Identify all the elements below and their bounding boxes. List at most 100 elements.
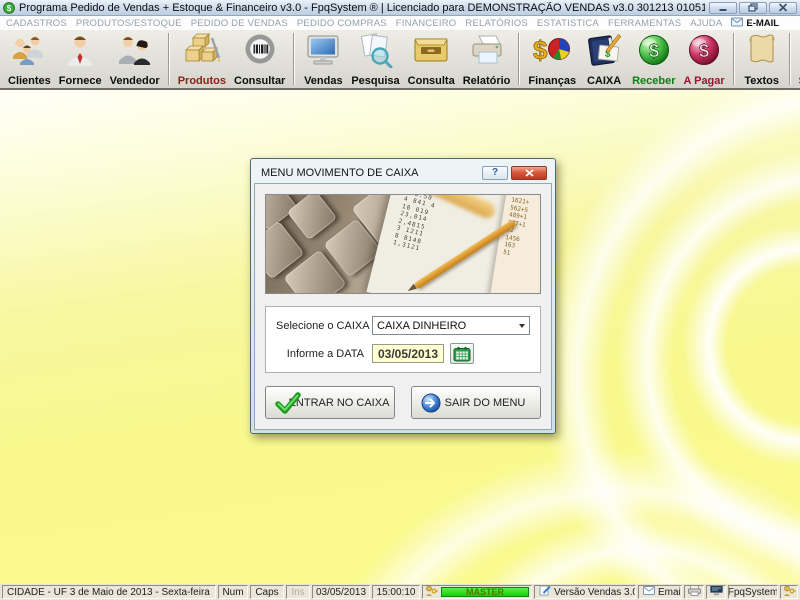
dollar-piechart-icon: $ — [532, 32, 572, 68]
toolbar-divider — [293, 33, 295, 85]
menu-email[interactable]: E-MAIL — [731, 17, 779, 30]
green-dollar-ball-icon: $ — [636, 32, 672, 68]
minimize-button[interactable] — [709, 2, 737, 14]
entrar-no-caixa-button[interactable]: ENTRAR NO CAIXA — [265, 386, 395, 419]
email-icon — [643, 586, 655, 598]
toolbar-caixa[interactable]: $ CAIXA — [580, 30, 628, 88]
calendar-button[interactable] — [450, 343, 474, 364]
supplier-person-icon — [60, 32, 100, 68]
user-key-icon — [783, 585, 796, 599]
status-location: CIDADE - UF 3 de Maio de 2013 - Sexta-fe… — [2, 585, 216, 599]
clients-people-icon — [9, 32, 49, 68]
toolbar-textos[interactable]: Textos — [739, 30, 785, 88]
status-session[interactable] — [780, 585, 798, 599]
dialog-help-button[interactable]: ? — [482, 166, 508, 180]
parchment-icon — [744, 32, 780, 68]
monitor-icon — [303, 32, 343, 68]
status-caps-lock: Caps — [250, 585, 284, 599]
menu-estatistica[interactable]: ESTATISTICA — [537, 18, 599, 29]
computer-icon — [710, 585, 723, 599]
svg-text:$: $ — [649, 41, 659, 61]
calendar-icon — [453, 346, 471, 362]
menu-ajuda[interactable]: AJUDA — [690, 18, 722, 29]
toolbar-fornecedor[interactable]: Fornece — [55, 30, 106, 88]
toolbar-divider — [518, 33, 520, 85]
status-time: 15:00:10 — [372, 585, 420, 599]
status-insert: Ins — [286, 585, 310, 599]
printer-icon — [688, 585, 701, 599]
status-num-lock: Num — [218, 585, 248, 599]
seller-people-icon — [115, 32, 155, 68]
red-dollar-ball-icon: $ — [686, 32, 722, 68]
dialog-content: Enter 1,014 236.50 4 841 4 18 019 23,014… — [254, 183, 552, 430]
arrow-circle-icon — [421, 393, 441, 413]
caixa-select[interactable]: CAIXA DINHEIRO — [372, 316, 530, 335]
caixa-select-label: Selecione o CAIXA — [276, 320, 372, 332]
caixa-form-panel: Selecione o CAIXA CAIXA DINHEIRO Informe… — [265, 306, 541, 373]
app-icon: $ — [3, 2, 15, 14]
toolbar-divider — [733, 33, 735, 85]
toolbar-receber[interactable]: $ Receber — [628, 30, 679, 88]
check-icon — [275, 392, 301, 414]
status-email[interactable]: Email — [638, 585, 682, 599]
toolbar-vendas[interactable]: Vendas — [299, 30, 347, 88]
email-icon — [731, 17, 743, 30]
master-user-badge: MASTER — [441, 587, 529, 597]
toolbar-suporte[interactable]: Suporte — [795, 30, 800, 88]
menu-ferramentas[interactable]: FERRAMENTAS — [608, 18, 681, 29]
status-date: 03/05/2013 — [312, 585, 370, 599]
svg-text:$: $ — [533, 35, 548, 65]
desktop-wallpaper: MENU MOVIMENTO DE CAIXA ? Enter 1,014 23… — [0, 90, 800, 584]
user-key-icon — [425, 585, 438, 599]
date-input-label: Informe a DATA — [276, 348, 372, 360]
version-icon — [539, 585, 551, 599]
printer-icon — [467, 32, 507, 68]
finance-photo: Enter 1,014 236.50 4 841 4 18 019 23,014… — [265, 194, 541, 294]
menu-cadastros[interactable]: CADASTROS — [6, 18, 67, 29]
sair-do-menu-button[interactable]: SAIR DO MENU — [411, 386, 541, 419]
cashbook-icon: $ — [584, 32, 624, 68]
boxes-icon — [182, 32, 222, 68]
toolbar-pesquisa[interactable]: Pesquisa — [347, 30, 403, 88]
toolbar-a-pagar[interactable]: $ A Pagar — [680, 30, 729, 88]
menu-financeiro[interactable]: FINANCEIRO — [396, 18, 457, 29]
svg-text:$: $ — [699, 41, 709, 61]
barcode-circle-icon — [241, 32, 279, 68]
dialog-titlebar[interactable]: MENU MOVIMENTO DE CAIXA ? — [254, 162, 552, 183]
menu-pedido-compras[interactable]: PEDIDO COMPRAS — [297, 18, 387, 29]
menu-relatorios[interactable]: RELATÓRIOS — [465, 18, 528, 29]
toolbar-divider — [168, 33, 170, 85]
statusbar: CIDADE - UF 3 de Maio de 2013 - Sexta-fe… — [0, 584, 800, 600]
toolbar-divider — [789, 33, 791, 85]
menu-produtos-estoque[interactable]: PRODUTOS/ESTOQUE — [76, 18, 182, 29]
restore-button[interactable] — [739, 2, 767, 14]
status-computer[interactable] — [706, 585, 726, 599]
menubar: CADASTROS PRODUTOS/ESTOQUE PEDIDO DE VEN… — [0, 16, 800, 30]
status-brand[interactable]: FpqSystem — [728, 585, 778, 599]
toolbar-financas[interactable]: $ Finanças — [524, 30, 580, 88]
toolbar-clientes[interactable]: Clientes — [4, 30, 55, 88]
toolbar: Clientes Fornece Vendedor — [0, 30, 800, 90]
application-window: $ Programa Pedido de Vendas + Estoque & … — [0, 0, 800, 600]
dialog-buttons: ENTRAR NO CAIXA SAIR DO MENU — [265, 386, 541, 419]
close-button[interactable] — [769, 2, 797, 14]
dialog-close-button[interactable] — [511, 166, 547, 180]
dropdown-arrow-icon[interactable] — [515, 317, 529, 334]
toolbar-consulta[interactable]: Consulta — [404, 30, 459, 88]
menu-movimento-de-caixa-dialog: MENU MOVIMENTO DE CAIXA ? Enter 1,014 23… — [250, 158, 556, 434]
toolbar-vendedor[interactable]: Vendedor — [106, 30, 164, 88]
toolbar-produtos[interactable]: Produtos — [174, 30, 230, 88]
toolbar-consultar[interactable]: Consultar — [230, 30, 289, 88]
menu-pedido-de-vendas[interactable]: PEDIDO DE VENDAS — [191, 18, 288, 29]
svg-text:$: $ — [7, 4, 12, 13]
status-user: MASTER — [422, 585, 532, 599]
date-input[interactable]: 03/05/2013 — [372, 344, 444, 363]
toolbar-relatorio[interactable]: Relatório — [459, 30, 515, 88]
window-title: Programa Pedido de Vendas + Estoque & Fi… — [19, 2, 705, 14]
file-drawer-icon — [411, 32, 451, 68]
status-printer[interactable] — [684, 585, 704, 599]
status-version: Versão Vendas 3.0 — [534, 585, 636, 599]
dialog-title: MENU MOVIMENTO DE CAIXA — [261, 167, 482, 179]
search-pages-icon — [356, 32, 396, 68]
titlebar[interactable]: $ Programa Pedido de Vendas + Estoque & … — [0, 0, 800, 16]
